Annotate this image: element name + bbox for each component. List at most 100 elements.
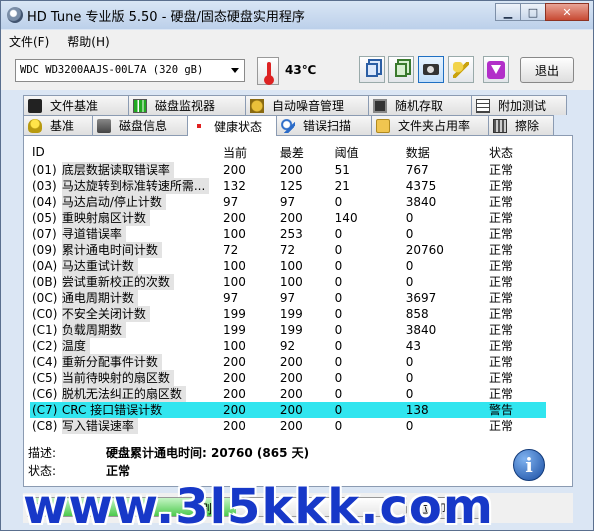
- save-button[interactable]: [483, 56, 509, 83]
- table-row[interactable]: (04) 马达启动/停止计数 97 97 0 3840 正常: [30, 194, 546, 210]
- col-worst[interactable]: 最差: [278, 142, 333, 162]
- table-row[interactable]: (C7) CRC 接口错误计数 200 200 0 138 警告: [30, 402, 546, 418]
- cell-data: 858: [405, 307, 429, 321]
- attribute-id: (09): [32, 243, 57, 257]
- table-row[interactable]: (C6) 脱机无法纠正的扇区数 200 200 0 0 正常: [30, 386, 546, 402]
- cell-data: 20760: [405, 243, 444, 257]
- cell-threshold: 21: [334, 179, 350, 193]
- attribute-id: (C0): [32, 307, 58, 321]
- cell-current: 200: [220, 402, 278, 418]
- cell-worst: 97: [279, 195, 296, 209]
- col-threshold[interactable]: 阈值: [333, 142, 404, 162]
- table-row[interactable]: (01) 底层数据读取错误率 200 200 51 767 正常: [30, 162, 546, 178]
- tab-folder-usage[interactable]: 文件夹占用率: [371, 115, 489, 135]
- info-icon[interactable]: i: [513, 449, 545, 481]
- cell-attribute: (C6) 脱机无法纠正的扇区数: [30, 386, 221, 402]
- exit-button[interactable]: 退出: [520, 57, 574, 83]
- table-row[interactable]: (C4) 重新分配事件计数 200 200 0 0 正常: [30, 354, 546, 370]
- chart-icon: [133, 98, 147, 113]
- cell-data: 43: [405, 339, 422, 353]
- tab-aam[interactable]: 自动噪音管理: [245, 95, 369, 115]
- col-id[interactable]: ID: [30, 142, 221, 162]
- attribute-name: 负载周期数: [61, 322, 126, 338]
- copy-text-button[interactable]: [359, 56, 385, 83]
- table-row[interactable]: (C5) 当前待映射的扇区数 200 200 0 0 正常: [30, 370, 546, 386]
- smart-table: ID 当前 最差 阈值 数据 状态 (01) 底层数据读取错误率 200 200 51…: [30, 142, 546, 434]
- tab-erase[interactable]: 擦除: [488, 115, 554, 135]
- cell-worst: 125: [279, 179, 303, 193]
- cell-worst: 200: [279, 387, 303, 401]
- copy-all-button[interactable]: [388, 56, 414, 83]
- table-row[interactable]: (03) 马达旋转到标准转速所需... 132 125 21 4375 正常: [30, 178, 546, 194]
- drive-select[interactable]: WDC WD3200AAJS-00L7A (320 gB): [15, 59, 245, 82]
- cell-attribute: (C8) 写入错误速率: [30, 418, 221, 434]
- cell-status: 正常: [489, 211, 514, 225]
- attribute-id: (01): [32, 163, 57, 177]
- tab-disk-info[interactable]: 磁盘信息: [92, 115, 188, 135]
- table-row[interactable]: (05) 重映射扇区计数 200 200 140 0 正常: [30, 210, 546, 226]
- table-row[interactable]: (0A) 马达重试计数 100 100 0 0 正常: [30, 258, 546, 274]
- title-bar[interactable]: HD Tune 专业版 5.50 - 硬盘/固态硬盘实用程序 ▁ □ ✕: [1, 1, 593, 29]
- col-data[interactable]: 数据: [404, 142, 487, 162]
- attribute-id: (0A): [32, 259, 58, 273]
- table-row[interactable]: (07) 寻道错误率 100 253 0 0 正常: [30, 226, 546, 242]
- options-button[interactable]: [448, 56, 474, 83]
- cell-data: 0: [405, 387, 414, 401]
- cell-data: 3840: [405, 323, 437, 337]
- window-controls: ▁ □ ✕: [495, 3, 589, 21]
- cell-data: 0: [405, 275, 414, 289]
- cell-current: 100: [222, 227, 246, 241]
- toolbar: WDC WD3200AAJS-00L7A (320 gB) 43℃ 退出: [1, 52, 593, 90]
- bulb-icon: [28, 118, 42, 133]
- maximize-button[interactable]: □: [520, 3, 546, 21]
- cell-status: 正常: [489, 387, 514, 401]
- magnifier-icon: [281, 118, 295, 133]
- tab-file-benchmark[interactable]: 文件基准: [23, 95, 129, 115]
- tab-error-scan[interactable]: 错误扫描: [276, 115, 372, 135]
- attribute-id: (03): [32, 179, 57, 193]
- table-row[interactable]: (C2) 温度 100 92 0 43 正常: [30, 338, 546, 354]
- cell-attribute: (C2) 温度: [30, 338, 221, 354]
- col-current[interactable]: 当前: [221, 142, 278, 162]
- cell-attribute: (C5) 当前待映射的扇区数: [30, 370, 221, 386]
- cell-status: 正常: [489, 291, 514, 305]
- cell-status: 正常: [489, 323, 514, 337]
- close-button[interactable]: ✕: [545, 3, 589, 21]
- cell-status: 正常: [489, 339, 514, 353]
- table-row[interactable]: (0C) 通电周期计数 97 97 0 3697 正常: [30, 290, 546, 306]
- table-row[interactable]: (C8) 写入错误速率 200 200 0 0 正常: [30, 418, 546, 434]
- cell-attribute: (03) 马达旋转到标准转速所需...: [30, 178, 221, 194]
- red-cross-icon: [192, 119, 206, 133]
- cell-threshold: 0: [334, 339, 343, 353]
- tab-benchmark[interactable]: 基准: [23, 115, 93, 135]
- attribute-name: 脱机无法纠正的扇区数: [61, 386, 186, 402]
- minimize-button[interactable]: ▁: [495, 3, 521, 21]
- menu-file[interactable]: 文件(F): [9, 33, 49, 50]
- screenshot-button[interactable]: [418, 56, 444, 83]
- cell-attribute: (05) 重映射扇区计数: [30, 210, 221, 226]
- tab-disk-monitor[interactable]: 磁盘监视器: [128, 95, 246, 115]
- cell-threshold: 51: [334, 163, 350, 177]
- table-row[interactable]: (C1) 负载周期数 199 199 0 3840 正常: [30, 322, 546, 338]
- table-header: ID 当前 最差 阈值 数据 状态: [30, 142, 546, 162]
- col-status[interactable]: 状态: [487, 142, 546, 162]
- tab-row-top: 文件基准 磁盘监视器 自动噪音管理 随机存取 附加测试: [23, 95, 567, 115]
- table-row[interactable]: (0B) 尝试重新校正的次数 100 100 0 0 正常: [30, 274, 546, 290]
- cell-data: 0: [405, 419, 414, 433]
- tab-health[interactable]: 健康状态: [187, 115, 277, 136]
- attribute-id: (04): [32, 195, 57, 209]
- cell-current: 100: [222, 259, 246, 273]
- cell-status: 正常: [489, 259, 514, 273]
- table-row[interactable]: (09) 累计通电时间计数 72 72 0 20760 正常: [30, 242, 546, 258]
- app-window: HD Tune 专业版 5.50 - 硬盘/固态硬盘实用程序 ▁ □ ✕ 文件(…: [0, 0, 594, 531]
- state-value: 正常: [106, 464, 131, 478]
- cell-status: 正常: [489, 275, 514, 289]
- tab-random-access[interactable]: 随机存取: [368, 95, 472, 115]
- cell-current: 200: [222, 387, 246, 401]
- watermark-text: www.3l5kkk.com: [23, 479, 494, 531]
- thermometer-icon: [257, 57, 279, 85]
- tab-extra-tests[interactable]: 附加测试: [471, 95, 567, 115]
- table-row[interactable]: (C0) 不安全关闭计数 199 199 0 858 正常: [30, 306, 546, 322]
- menu-help[interactable]: 帮助(H): [67, 33, 109, 50]
- cell-current: 200: [222, 211, 246, 225]
